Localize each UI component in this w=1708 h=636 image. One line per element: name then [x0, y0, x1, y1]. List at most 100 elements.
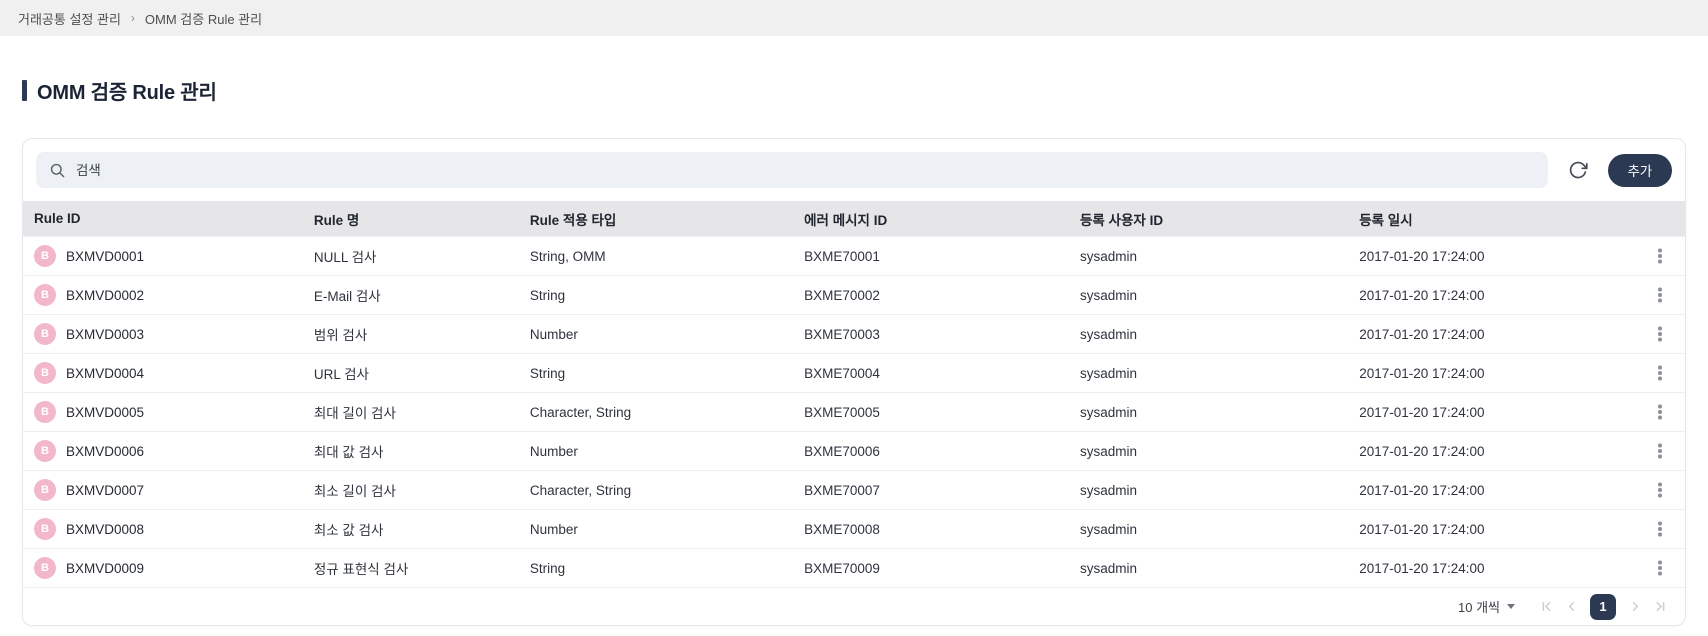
search-box: [36, 152, 1548, 188]
table-row[interactable]: B BXMVD0004 URL 검사 String BXME70004 sysa…: [23, 353, 1685, 392]
rule-list-card: 추가 Rule ID Rule 명 Rule 적용 타입 에러 메시지 ID 등…: [22, 138, 1686, 626]
page-size-label: 10 개씩: [1458, 600, 1500, 615]
rule-type-cell: String: [529, 287, 566, 303]
column-header-reg-user-id: 등록 사용자 ID: [1080, 212, 1164, 228]
rule-id-cell: BXMVD0008: [66, 521, 145, 537]
rule-id-cell: BXMVD0005: [66, 404, 145, 420]
table-row[interactable]: B BXMVD0006 최대 값 검사 Number BXME70006 sys…: [23, 431, 1685, 470]
breadcrumb-item-parent[interactable]: 거래공통 설정 관리: [18, 9, 121, 28]
column-header-rule-type: Rule 적용 타입: [529, 212, 617, 228]
current-page-button[interactable]: 1: [1590, 593, 1616, 620]
rule-type-badge: B: [34, 557, 56, 579]
first-page-icon: [1542, 602, 1550, 611]
rule-type-badge: B: [34, 518, 56, 540]
add-button[interactable]: 추가: [1607, 153, 1672, 187]
rule-type-cell: String, OMM: [529, 248, 606, 264]
kebab-icon: [1658, 410, 1662, 414]
rule-type-badge: B: [34, 323, 56, 345]
row-menu-button[interactable]: [1647, 360, 1673, 386]
kebab-icon: [1658, 527, 1662, 531]
error-message-id-cell: BXME70007: [804, 482, 880, 498]
reg-user-id-cell: sysadmin: [1080, 521, 1138, 537]
reg-user-id-cell: sysadmin: [1080, 365, 1138, 381]
rule-id-cell: BXMVD0004: [66, 365, 145, 381]
rule-id-cell: BXMVD0002: [66, 287, 145, 303]
rule-type-cell: Number: [529, 443, 578, 459]
error-message-id-cell: BXME70008: [804, 521, 880, 537]
table-row[interactable]: B BXMVD0007 최소 길이 검사 Character, String B…: [23, 470, 1685, 509]
pager: 1: [1535, 593, 1671, 620]
rule-type-badge: B: [34, 362, 56, 384]
rule-name-cell: NULL 검사: [313, 250, 377, 265]
rule-name-cell: 최대 길이 검사: [313, 406, 396, 421]
search-input[interactable]: [76, 162, 1535, 178]
row-menu-button[interactable]: [1647, 282, 1673, 308]
next-page-button[interactable]: [1624, 596, 1646, 618]
kebab-icon: [1658, 371, 1662, 375]
rule-type-cell: Character, String: [529, 404, 632, 420]
table-body: B BXMVD0001 NULL 검사 String, OMM BXME7000…: [23, 236, 1685, 587]
rule-type-cell: Character, String: [529, 482, 632, 498]
column-header-reg-datetime: 등록 일시: [1359, 212, 1413, 228]
search-icon: [49, 162, 66, 179]
column-header-error-message-id: 에러 메시지 ID: [804, 212, 888, 228]
title-accent-bar: [22, 79, 27, 101]
kebab-icon: [1658, 488, 1662, 492]
reg-user-id-cell: sysadmin: [1080, 443, 1138, 459]
row-menu-button[interactable]: [1647, 438, 1673, 464]
rule-name-cell: 최대 값 검사: [313, 445, 384, 460]
reg-datetime-cell: 2017-01-20 17:24:00: [1359, 287, 1485, 303]
row-menu-button[interactable]: [1647, 516, 1673, 542]
reg-user-id-cell: sysadmin: [1080, 560, 1138, 576]
table-row[interactable]: B BXMVD0003 범위 검사 Number BXME70003 sysad…: [23, 314, 1685, 353]
rule-type-cell: Number: [529, 326, 578, 342]
table-row[interactable]: B BXMVD0002 E-Mail 검사 String BXME70002 s…: [23, 275, 1685, 314]
reg-datetime-cell: 2017-01-20 17:24:00: [1359, 521, 1485, 537]
rule-type-cell: String: [529, 560, 566, 576]
first-page-button[interactable]: [1535, 596, 1557, 618]
breadcrumb-item-current[interactable]: OMM 검증 Rule 관리: [145, 9, 262, 28]
table-row[interactable]: B BXMVD0001 NULL 검사 String, OMM BXME7000…: [23, 236, 1685, 275]
row-menu-button[interactable]: [1647, 555, 1673, 581]
row-menu-button[interactable]: [1647, 243, 1673, 269]
error-message-id-cell: BXME70003: [804, 326, 880, 342]
table-header-row: Rule ID Rule 명 Rule 적용 타입 에러 메시지 ID 등록 사…: [23, 201, 1685, 236]
chevron-down-icon: [1507, 604, 1515, 609]
reg-user-id-cell: sysadmin: [1080, 287, 1138, 303]
table-row[interactable]: B BXMVD0005 최대 길이 검사 Character, String B…: [23, 392, 1685, 431]
rule-name-cell: E-Mail 검사: [313, 289, 381, 304]
reg-user-id-cell: sysadmin: [1080, 482, 1138, 498]
kebab-icon: [1658, 449, 1662, 453]
rule-type-badge: B: [34, 245, 56, 267]
refresh-button[interactable]: [1563, 155, 1593, 185]
kebab-icon: [1658, 254, 1662, 258]
row-menu-button[interactable]: [1647, 321, 1673, 347]
rule-id-cell: BXMVD0003: [66, 326, 145, 342]
kebab-icon: [1658, 332, 1662, 336]
page-title: OMM 검증 Rule 관리: [37, 81, 217, 104]
reg-user-id-cell: sysadmin: [1080, 404, 1138, 420]
table-row[interactable]: B BXMVD0009 정규 표현식 검사 String BXME70009 s…: [23, 548, 1685, 587]
toolbar: 추가: [23, 139, 1685, 201]
rule-type-badge: B: [34, 440, 56, 462]
rule-id-cell: BXMVD0007: [66, 482, 145, 498]
kebab-icon: [1658, 566, 1662, 570]
row-menu-button[interactable]: [1647, 477, 1673, 503]
table-row[interactable]: B BXMVD0008 최소 값 검사 Number BXME70008 sys…: [23, 509, 1685, 548]
row-menu-button[interactable]: [1647, 399, 1673, 425]
rule-name-cell: 최소 값 검사: [313, 523, 384, 538]
reg-user-id-cell: sysadmin: [1080, 326, 1138, 342]
reg-datetime-cell: 2017-01-20 17:24:00: [1359, 443, 1485, 459]
prev-page-button[interactable]: [1560, 596, 1582, 618]
rule-name-cell: 범위 검사: [313, 328, 368, 343]
page-size-select[interactable]: 10 개씩: [1458, 597, 1515, 616]
error-message-id-cell: BXME70009: [804, 560, 880, 576]
page-title-row: OMM 검증 Rule 관리: [22, 78, 1686, 104]
last-page-button[interactable]: [1649, 596, 1671, 618]
rule-name-cell: URL 검사: [313, 367, 369, 382]
column-header-rule-name: Rule 명: [313, 212, 360, 228]
rule-id-cell: BXMVD0006: [66, 443, 145, 459]
reg-datetime-cell: 2017-01-20 17:24:00: [1359, 560, 1485, 576]
rule-type-badge: B: [34, 479, 56, 501]
last-page-icon: [1656, 602, 1664, 611]
